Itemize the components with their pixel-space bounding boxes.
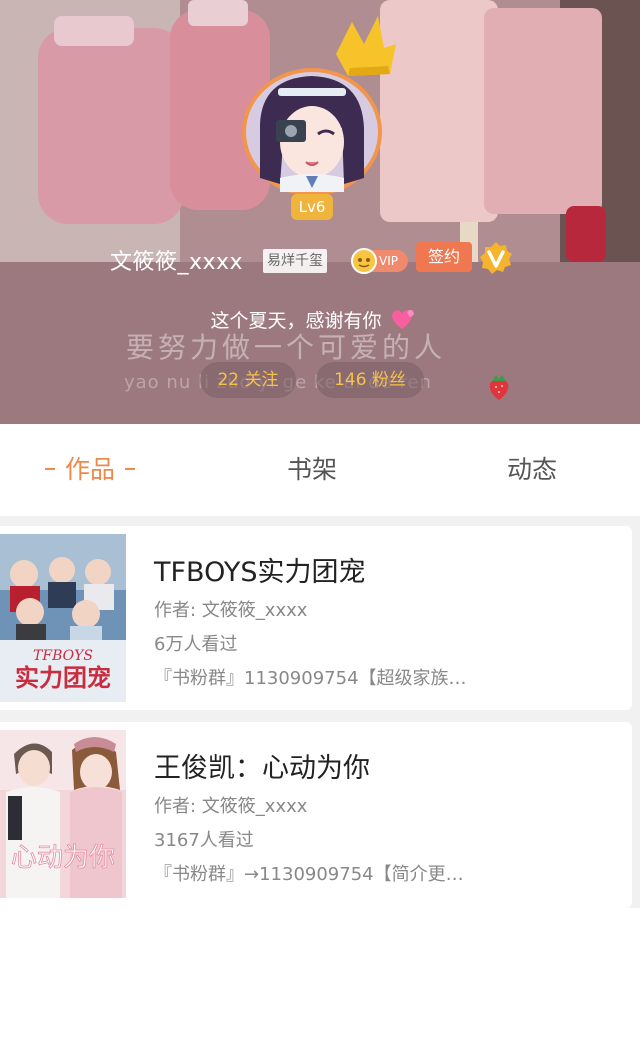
book-title[interactable]: 王俊凯：心动为你	[154, 746, 370, 785]
tab-dynamics[interactable]: 动态	[462, 424, 602, 516]
heart-icon	[391, 309, 414, 329]
list-item[interactable]: TFBOYS 实力团宠 TFBOYS实力团宠 作者: 文筱筱_xxxx 6万人看…	[0, 526, 632, 710]
svg-text:TFBOYS: TFBOYS	[33, 648, 93, 664]
book-cover[interactable]: TFBOYS 实力团宠	[0, 534, 126, 702]
book-cover[interactable]: 心动为你	[0, 730, 126, 898]
tab-bar: 作品 书架 动态	[0, 424, 640, 516]
bio: 这个夏天，感谢有你	[0, 306, 640, 333]
tab-active-indicator	[44, 468, 55, 470]
avatar[interactable]	[240, 66, 384, 198]
book-list: TFBOYS 实力团宠 TFBOYS实力团宠 作者: 文筱筱_xxxx 6万人看…	[0, 516, 640, 908]
verified-v-icon	[480, 242, 512, 274]
fans-count[interactable]: 146 粉丝	[316, 362, 424, 398]
book-cover-image: TFBOYS 实力团宠	[0, 534, 126, 702]
contract-badge[interactable]: 签约	[416, 242, 472, 272]
vip-coin-icon	[351, 248, 377, 274]
book-cover-image: 心动为你	[0, 730, 126, 898]
list-item[interactable]: 心动为你 王俊凯：心动为你 作者: 文筱筱_xxxx 3167人看过 『书粉群』…	[0, 722, 632, 908]
vip-label: VIP	[379, 254, 398, 268]
title-tag[interactable]: 易烊千玺	[263, 249, 327, 273]
tab-works-label: 作品	[64, 455, 115, 484]
svg-text:心动为你: 心动为你	[11, 843, 115, 873]
book-views: 6万人看过	[154, 634, 238, 655]
tab-active-indicator	[125, 468, 135, 470]
book-description: 『书粉群』→1130909754【简介更…	[154, 864, 464, 885]
username: 文筱筱_xxxx	[110, 250, 244, 275]
profile-header: 要努力做一个可爱的人 yao nu li zuo yi ge ke ai de …	[0, 0, 640, 424]
strawberry-icon	[489, 375, 509, 400]
book-author: 作者: 文筱筱_xxxx	[154, 796, 308, 817]
book-description: 『书粉群』1130909754【超级家族…	[154, 668, 467, 689]
tab-bookshelf[interactable]: 书架	[242, 424, 382, 516]
book-views: 3167人看过	[154, 830, 254, 851]
svg-text:实力团宠: 实力团宠	[15, 664, 111, 692]
bio-text: 这个夏天，感谢有你	[210, 310, 382, 332]
book-author: 作者: 文筱筱_xxxx	[154, 600, 308, 621]
level-badge: Lv6	[291, 194, 333, 220]
book-title[interactable]: TFBOYS实力团宠	[154, 550, 365, 589]
vip-badge[interactable]: VIP	[351, 248, 408, 274]
tab-works[interactable]: 作品	[20, 424, 160, 516]
following-count[interactable]: 22 关注	[200, 362, 296, 398]
